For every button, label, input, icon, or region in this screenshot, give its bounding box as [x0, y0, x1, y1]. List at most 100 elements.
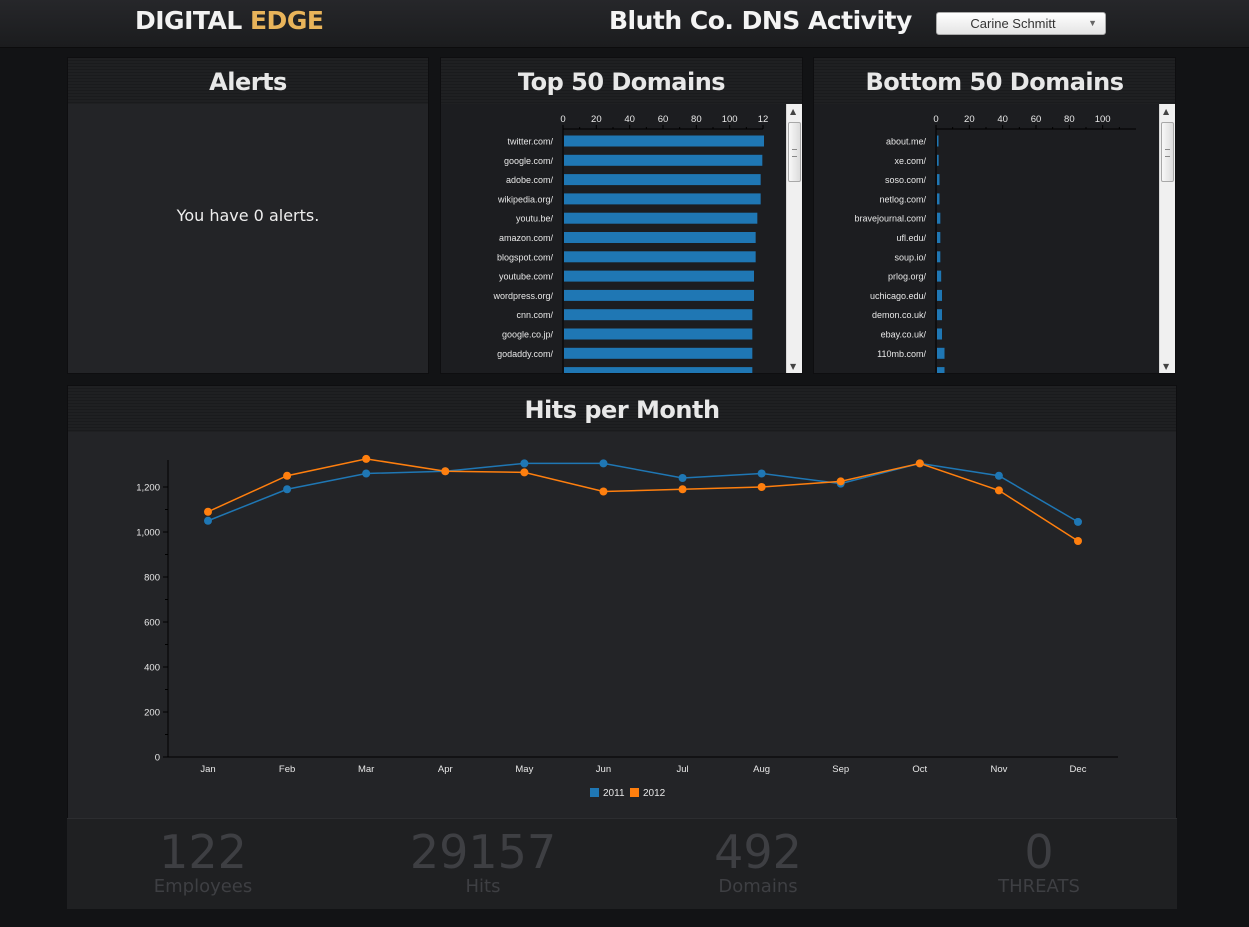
top-bar: DIGITAL EDGE Bluth Co. DNS Activity Cari…: [0, 0, 1249, 48]
x-tick-label: Apr: [438, 764, 453, 775]
x-tick-label: Oct: [912, 764, 927, 775]
top-domains-tick-label: 80: [691, 114, 702, 125]
top-domains-category-label: wordpress.org/: [492, 291, 553, 301]
top-domains-chart-area: 0 20 40 60 80 100 12 twitter.com/google.com/ado…: [441, 104, 786, 373]
data-point-2012: [441, 467, 450, 476]
top-domains-bar: [564, 289, 754, 301]
top-domains-category-label: godaddy.com/: [497, 349, 553, 359]
y-tick-label: 800: [144, 573, 160, 584]
top-domains-bar: [564, 174, 761, 186]
top-domains-category-label: twitter.com/: [507, 137, 553, 147]
stat-domains-label: Domains: [718, 876, 798, 897]
x-tick-label: Feb: [279, 764, 295, 775]
data-point-2011: [520, 459, 529, 468]
data-point-2011: [678, 474, 687, 482]
x-tick-label: Mar: [358, 764, 374, 775]
hits-per-month-chart: 0 200 400 600 800 1,000 1,200 Jan Feb Mar Apr May Ju…: [136, 454, 1118, 799]
data-point-2012: [520, 468, 529, 477]
user-select-dropdown[interactable]: Carine Schmitt ▼: [936, 12, 1106, 35]
data-point-2011: [1074, 517, 1082, 526]
bottom-domains-bar: [937, 289, 942, 301]
top-domains-category-label: google.com/: [504, 156, 554, 166]
x-tick-label: Jul: [676, 764, 688, 775]
scroll-thumb[interactable]: [788, 122, 801, 182]
top-domains-bar: [564, 328, 753, 340]
stat-threats-label: THREATS: [998, 876, 1080, 897]
scroll-down-icon[interactable]: ▼: [1163, 362, 1169, 371]
y-tick-label: 1,200: [136, 483, 160, 494]
bottom-domains-panel: Bottom 50 Domains 0 20 40 60 80 100 about.me/x…: [813, 57, 1176, 374]
data-point-2012: [204, 507, 212, 516]
bottom-domains-bar: [937, 154, 939, 166]
top-domains-category-label: youtube.com/: [499, 272, 554, 282]
data-point-2012: [362, 454, 371, 463]
hits-per-month-title: Hits per Month: [68, 386, 1176, 432]
data-point-2012: [994, 486, 1003, 495]
top-domains-scrollbar[interactable]: ▲ ▼: [786, 104, 802, 373]
data-point-2012: [678, 485, 687, 494]
bottom-domains-bar: [937, 251, 941, 263]
bottom-domains-category-label: 110mb.com/: [877, 349, 926, 359]
x-tick-label: Jan: [200, 764, 215, 775]
chevron-down-icon: ▼: [1088, 18, 1097, 28]
stat-employees-label: Employees: [153, 876, 253, 897]
page-title: Bluth Co. DNS Activity: [609, 6, 912, 35]
top-domains-bar: [564, 154, 763, 166]
scroll-thumb[interactable]: [1161, 122, 1174, 182]
bottom-domains-bar: [937, 232, 941, 243]
bottom-domains-category-label: about.me/: [886, 137, 927, 147]
alerts-title: Alerts: [68, 58, 428, 104]
data-point-2012: [757, 483, 766, 491]
stat-employees: 122 Employees: [103, 827, 303, 897]
top-domains-tick-label: 12: [758, 114, 769, 125]
x-tick-label: Sep: [832, 764, 849, 775]
stat-hits: 29157 Hits: [383, 827, 583, 897]
data-point-2011: [994, 471, 1003, 480]
bottom-domains-scrollbar[interactable]: ▲ ▼: [1159, 104, 1175, 373]
top-domains-title: Top 50 Domains: [441, 58, 802, 104]
stat-employees-value: 122: [159, 825, 247, 879]
data-point-2012: [915, 459, 924, 468]
data-point-2012: [836, 477, 845, 486]
bottom-domains-category-label: netlog.com/: [879, 194, 926, 204]
top-domains-category-label: blogspot.com/: [497, 252, 554, 262]
bottom-domains-category-label: xe.com/: [894, 156, 926, 166]
top-domains-bar: [564, 270, 754, 282]
data-point-2012: [1074, 537, 1082, 545]
bottom-domains-category-label: prlog.org/: [888, 272, 927, 282]
scroll-down-icon[interactable]: ▼: [790, 362, 796, 371]
top-domains-category-label: amazon.com/: [499, 233, 554, 243]
data-point-2011: [283, 485, 292, 494]
bottom-domains-bar: [937, 270, 942, 282]
scroll-up-icon[interactable]: ▲: [790, 107, 796, 116]
bottom-domains-bar: [937, 328, 942, 340]
user-select-value: Carine Schmitt: [970, 16, 1056, 31]
y-tick-label: 0: [155, 753, 160, 764]
brand-logo: DIGITAL EDGE: [135, 6, 324, 35]
legend-label-2012: 2012: [643, 788, 666, 799]
top-domains-bar: [564, 232, 756, 243]
bottom-domains-tick-label: 20: [964, 114, 975, 125]
x-tick-label: May: [515, 764, 533, 775]
data-point-2011: [599, 459, 608, 468]
x-tick-label: Aug: [753, 764, 770, 775]
alerts-message: You have 0 alerts.: [176, 206, 320, 225]
bottom-domains-tick-label: 100: [1095, 114, 1111, 125]
bottom-domains-bar: [937, 309, 942, 321]
bottom-domains-tick-label: 40: [997, 114, 1008, 125]
y-tick-label: 400: [144, 663, 160, 674]
top-domains-bar: [564, 135, 764, 147]
bottom-domains-bar: [937, 367, 945, 373]
data-point-2011: [362, 469, 371, 478]
top-domains-category-label: google.co.jp/: [502, 330, 554, 340]
data-point-2012: [283, 471, 292, 480]
bottom-domains-tick-label: 80: [1064, 114, 1075, 125]
bottom-domains-bar: [937, 193, 940, 205]
scroll-up-icon[interactable]: ▲: [1163, 107, 1169, 116]
legend-swatch-2011: [590, 788, 599, 797]
alerts-panel: Alerts You have 0 alerts.: [67, 57, 429, 374]
y-tick-label: 600: [144, 618, 160, 629]
legend-swatch-2012: [630, 788, 639, 797]
top-domains-category-label: wikipedia.org/: [497, 194, 554, 204]
top-domains-bar: [564, 193, 761, 205]
